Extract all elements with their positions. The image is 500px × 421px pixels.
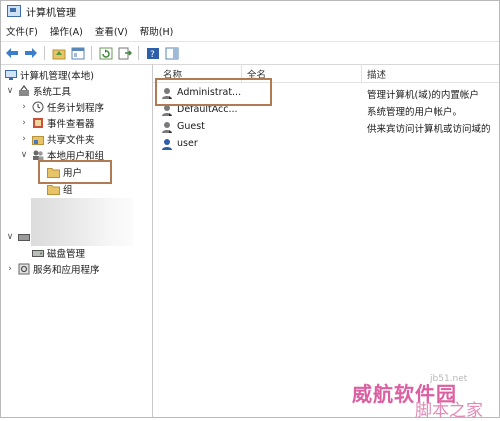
svg-text:?: ? <box>150 50 155 60</box>
tree-item-task-scheduler[interactable]: › 任务计划程序 <box>20 99 104 115</box>
services-icon <box>17 263 30 275</box>
menu-view[interactable]: 查看(V) <box>89 24 134 38</box>
forward-arrow-icon[interactable] <box>23 45 39 61</box>
chevron-down-icon[interactable]: ∨ <box>20 150 28 160</box>
shared-folder-icon <box>31 133 44 145</box>
blurred-region <box>31 198 133 246</box>
chevron-right-icon[interactable]: › <box>20 118 28 128</box>
highlight-box-users <box>38 160 112 184</box>
chevron-down-icon[interactable]: ∨ <box>6 86 14 96</box>
title-bar: 计算机管理 <box>1 1 499 21</box>
computer-management-icon <box>7 5 21 17</box>
tree-item-label: 组 <box>63 185 73 196</box>
toolbar-divider <box>138 46 139 60</box>
tree-item-label: 任务计划程序 <box>47 103 105 114</box>
chevron-right-icon[interactable]: › <box>20 102 28 112</box>
user-description: 系统管理的用户帐户。 <box>367 107 463 118</box>
tree-item-storage[interactable]: ∨ <box>6 229 33 245</box>
watermark-subtitle: 脚本之家 <box>415 401 483 421</box>
tree-item-services-apps[interactable]: › 服务和应用程序 <box>6 261 100 277</box>
computer-management-window: 计算机管理 文件(F) 操作(A) 查看(V) 帮助(H) ? 计算机管理(本地… <box>0 0 500 418</box>
tree-item-label: 系统工具 <box>33 87 72 98</box>
user-name: Guest <box>177 121 205 132</box>
chevron-down-icon[interactable]: ∨ <box>6 232 14 242</box>
storage-icon <box>17 231 30 243</box>
toolbar-divider <box>44 46 45 60</box>
navigation-tree: 计算机管理(本地) ∨ 系统工具 › 任务计划程序 › 事件查看器 › 共享文件… <box>1 64 153 417</box>
tree-item-label: 共享文件夹 <box>47 135 95 146</box>
refresh-icon[interactable] <box>98 45 114 61</box>
user-icon <box>161 121 174 134</box>
chevron-right-icon[interactable]: › <box>20 134 28 144</box>
up-folder-icon[interactable] <box>51 45 67 61</box>
window-title: 计算机管理 <box>26 7 76 19</box>
column-divider[interactable] <box>361 64 362 82</box>
chevron-right-icon[interactable]: › <box>6 264 14 274</box>
tree-item-label: 事件查看器 <box>47 119 95 130</box>
disk-icon <box>31 247 44 259</box>
toolbar: ? <box>1 41 499 65</box>
tree-item-label: 计算机管理(本地) <box>20 71 94 82</box>
list-item[interactable]: user <box>153 136 499 153</box>
clock-icon <box>31 101 44 113</box>
computer-management-icon <box>4 69 17 81</box>
menu-file[interactable]: 文件(F) <box>1 24 44 38</box>
back-arrow-icon[interactable] <box>4 45 20 61</box>
export-list-icon[interactable] <box>117 45 133 61</box>
event-log-icon <box>31 117 44 129</box>
toolbar-divider <box>91 46 92 60</box>
column-description[interactable]: 描述 <box>367 67 386 81</box>
user-name: user <box>177 138 198 149</box>
tree-item-system-tools[interactable]: ∨ 系统工具 <box>6 83 71 99</box>
tree-item-disk-management[interactable]: 磁盘管理 <box>31 245 85 261</box>
user-icon <box>161 138 174 151</box>
user-description: 供来宾访问计算机或访问域的 <box>367 124 491 135</box>
action-pane-icon[interactable] <box>164 45 180 61</box>
list-item[interactable]: Guest 供来宾访问计算机或访问域的 <box>153 119 499 136</box>
tree-item-label: 磁盘管理 <box>47 249 86 260</box>
menu-help[interactable]: 帮助(H) <box>134 24 180 38</box>
help-icon[interactable]: ? <box>145 45 161 61</box>
user-description: 管理计算机(域)的内置帐户 <box>367 90 479 101</box>
tools-icon <box>17 85 30 97</box>
tree-item-root[interactable]: 计算机管理(本地) <box>4 67 94 83</box>
show-tree-icon[interactable] <box>70 45 86 61</box>
tree-item-label: 服务和应用程序 <box>33 265 100 276</box>
tree-item-shared-folders[interactable]: › 共享文件夹 <box>20 131 95 147</box>
menu-bar: 文件(F) 操作(A) 查看(V) 帮助(H) <box>1 22 499 40</box>
menu-action[interactable]: 操作(A) <box>44 24 89 38</box>
highlight-box-administrator <box>155 78 272 106</box>
tree-item-event-viewer[interactable]: › 事件查看器 <box>20 115 95 131</box>
user-list-pane: 名称 全名 描述 Administrat... 管理计算机(域)的内置帐户 De… <box>153 64 499 417</box>
folder-icon <box>47 183 60 195</box>
